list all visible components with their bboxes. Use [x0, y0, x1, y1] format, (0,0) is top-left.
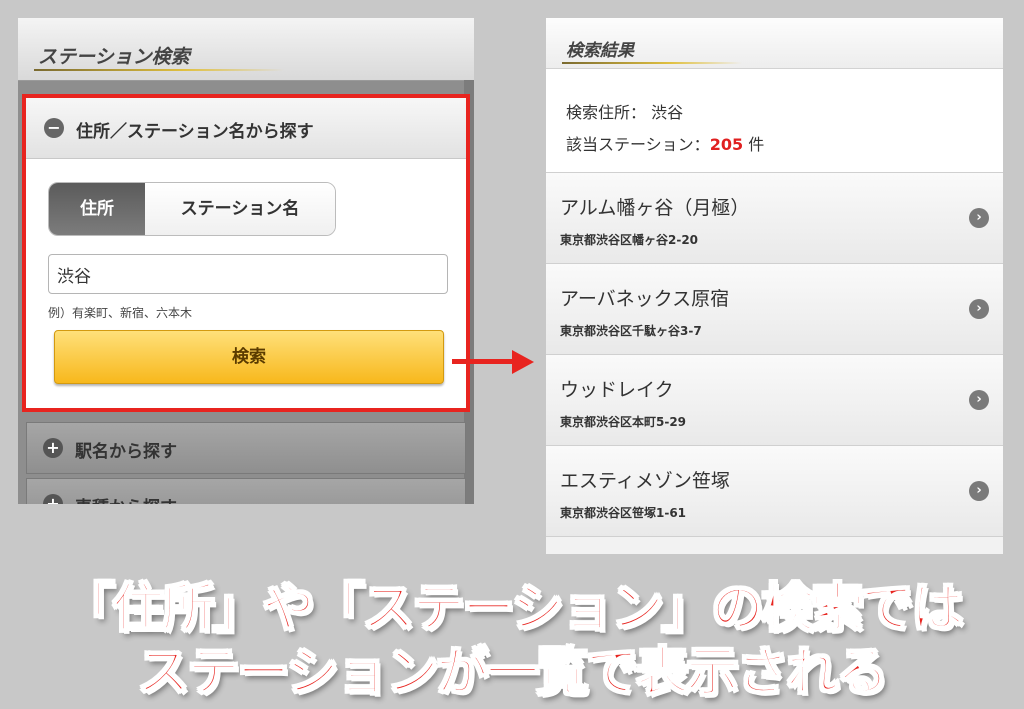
arrow-right-icon — [452, 359, 516, 364]
station-search-panel: ステーション検索 − 住所／ステーション名から探す 住所 ステーション名 例）有… — [18, 18, 474, 504]
caption-line-2: ステーションが一覧で表示される — [137, 642, 890, 704]
station-name: アルム幡ヶ谷（月極） — [560, 197, 750, 219]
accordion-label: 駅名から探す — [75, 442, 177, 462]
result-row[interactable]: ウッドレイク 東京都渋谷区本町5-29 › — [546, 354, 1003, 445]
search-mode-toggle: 住所 ステーション名 — [48, 182, 336, 236]
search-button[interactable]: 検索 — [54, 330, 444, 384]
station-address: 東京都渋谷区本町5-29 — [560, 415, 687, 429]
station-count-line: 該当ステーション：205 件 — [566, 131, 764, 155]
station-name: ウッドレイク — [560, 379, 674, 401]
station-name: エスティメゾン笹塚 — [560, 470, 730, 492]
chevron-right-icon: › — [969, 208, 989, 228]
station-count-value: 205 — [709, 135, 744, 154]
title-underline — [562, 62, 742, 64]
result-row[interactable]: エスティメゾン笹塚 東京都渋谷区笹塚1-61 › — [546, 445, 1003, 536]
list-end — [546, 536, 1003, 554]
plus-circle-icon: + — [43, 494, 63, 504]
station-address: 東京都渋谷区千駄ヶ谷3-7 — [560, 324, 702, 338]
accordion-address-station[interactable]: − 住所／ステーション名から探す — [26, 98, 466, 159]
result-summary: 検索住所： 渋谷 該当ステーション：205 件 — [546, 69, 1003, 172]
address-station-search-section: − 住所／ステーション名から探す 住所 ステーション名 例）有楽町、新宿、六本木… — [22, 94, 470, 412]
chevron-right-icon: › — [969, 390, 989, 410]
chevron-right-icon: › — [969, 299, 989, 319]
result-row[interactable]: アルム幡ヶ谷（月極） 東京都渋谷区幡ヶ谷2-20 › — [546, 172, 1003, 263]
search-address-line: 検索住所： 渋谷 — [566, 99, 683, 123]
page-title: 検索結果 — [566, 41, 634, 61]
arrow-head — [512, 350, 534, 374]
page-title: ステーション検索 — [38, 46, 190, 68]
plus-circle-icon: + — [43, 438, 63, 458]
result-row[interactable]: アーバネックス原宿 東京都渋谷区千駄ヶ谷3-7 › — [546, 263, 1003, 354]
search-address-value: 渋谷 — [651, 103, 684, 122]
search-address-label: 検索住所： — [566, 103, 647, 122]
input-hint: 例）有楽町、新宿、六本木 — [48, 306, 193, 320]
accordion-label: 住所／ステーション名から探す — [76, 122, 314, 142]
toggle-station-name-button[interactable]: ステーション名 — [145, 183, 335, 235]
search-results-panel: 検索結果 検索住所： 渋谷 該当ステーション：205 件 アルム幡ヶ谷（月極） … — [546, 18, 1003, 554]
accordion-station-name[interactable]: + 駅名から探す — [26, 422, 466, 474]
station-name: アーバネックス原宿 — [560, 288, 730, 310]
title-underline — [34, 69, 284, 71]
chevron-right-icon: › — [969, 481, 989, 501]
minus-circle-icon: − — [44, 118, 64, 138]
toggle-address-button[interactable]: 住所 — [49, 183, 145, 235]
station-count-unit: 件 — [748, 135, 765, 154]
panel-header: 検索結果 — [546, 18, 1003, 69]
station-address: 東京都渋谷区笹塚1-61 — [560, 506, 687, 520]
station-count-label: 該当ステーション： — [566, 135, 710, 154]
panel-header: ステーション検索 — [18, 18, 474, 81]
accordion-label: 車種から探す — [75, 493, 177, 504]
station-address: 東京都渋谷区幡ヶ谷2-20 — [560, 233, 699, 247]
search-input[interactable] — [48, 254, 448, 294]
accordion-car-type[interactable]: + 車種から探す — [26, 478, 466, 504]
